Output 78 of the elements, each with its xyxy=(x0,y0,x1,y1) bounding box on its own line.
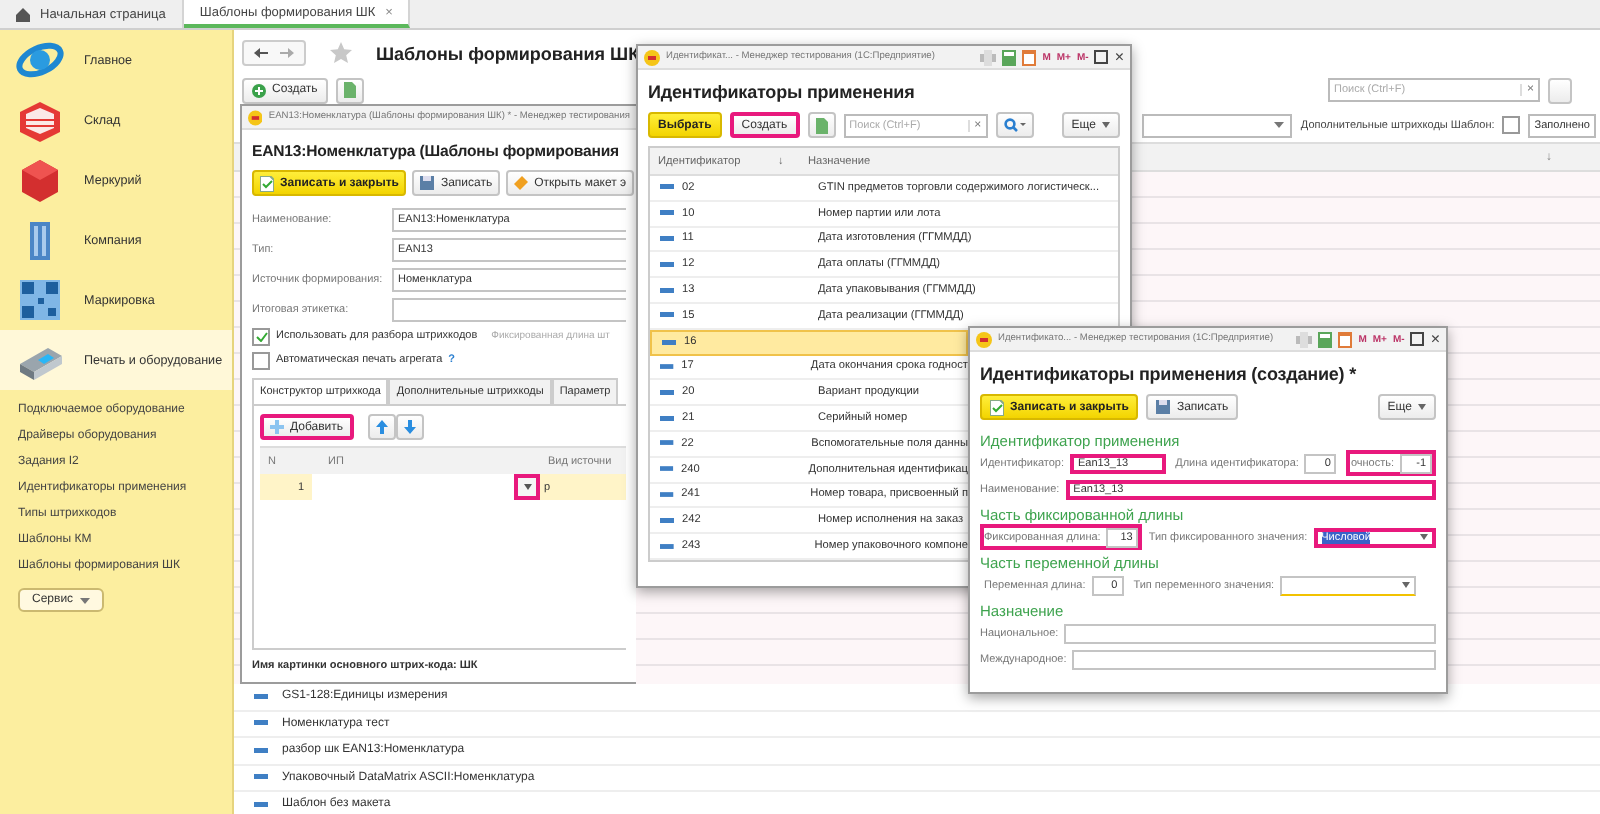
search-icon xyxy=(1003,118,1026,132)
item-icon xyxy=(254,774,268,781)
checkbox[interactable] xyxy=(1502,116,1521,134)
item-icon xyxy=(660,312,674,319)
item-icon xyxy=(660,261,674,268)
checkbox[interactable] xyxy=(252,327,270,345)
input-field[interactable] xyxy=(392,297,626,321)
item-icon xyxy=(660,440,674,447)
section-icon xyxy=(16,96,64,144)
item-icon xyxy=(660,287,674,294)
item-icon xyxy=(254,693,268,700)
plus-icon xyxy=(270,420,284,434)
item-icon xyxy=(254,747,268,754)
search-button[interactable] xyxy=(995,112,1034,138)
maximize-icon[interactable] xyxy=(1410,332,1425,346)
item-icon xyxy=(660,517,674,524)
tag-icon xyxy=(514,175,529,191)
search-button[interactable] xyxy=(1548,77,1572,103)
filter-dropdown[interactable] xyxy=(1142,113,1293,137)
caret-icon xyxy=(1402,582,1411,588)
item-icon xyxy=(660,235,674,242)
item-icon xyxy=(660,210,674,217)
move-down-button[interactable] xyxy=(395,414,424,440)
close-button[interactable]: × xyxy=(1114,49,1124,65)
caret-icon xyxy=(1274,122,1285,128)
caret-icon xyxy=(1418,404,1426,410)
maximize-icon[interactable] xyxy=(1094,50,1109,64)
calendar-icon[interactable] xyxy=(1022,49,1037,65)
document-icon xyxy=(815,117,828,133)
input-field[interactable] xyxy=(1072,649,1436,669)
floppy-icon xyxy=(1156,399,1171,415)
app-logo-icon xyxy=(976,331,992,347)
check-icon xyxy=(255,331,267,341)
item-icon xyxy=(660,363,674,370)
form-heading: Идентификаторы применения xyxy=(648,80,915,106)
dropdown-field[interactable] xyxy=(1280,575,1417,595)
floppy-icon xyxy=(420,175,435,191)
arrow-down-icon xyxy=(403,420,416,434)
item-icon xyxy=(660,491,674,498)
arrow-up-icon xyxy=(375,420,388,434)
caret-icon xyxy=(1420,534,1428,540)
plus-icon xyxy=(252,83,266,97)
section-icon xyxy=(16,276,64,324)
item-icon xyxy=(660,415,674,422)
calculator-icon[interactable] xyxy=(1318,331,1333,347)
copy-button[interactable] xyxy=(807,112,836,138)
item-icon xyxy=(254,801,268,808)
caret-icon xyxy=(79,597,90,603)
dropdown-button[interactable] xyxy=(514,474,540,500)
document-icon xyxy=(343,82,356,98)
item-icon xyxy=(660,184,674,191)
caret-icon xyxy=(523,484,531,490)
caret-icon xyxy=(1102,122,1110,128)
document-icon xyxy=(990,399,1004,415)
print-icon[interactable] xyxy=(1296,331,1313,347)
navigation-buttons[interactable] xyxy=(242,40,306,66)
item-icon xyxy=(660,466,674,473)
form-heading: Идентификаторы применения (создание) * xyxy=(980,362,1356,388)
document-icon xyxy=(260,175,274,191)
section-icon xyxy=(16,156,64,204)
item-icon xyxy=(660,389,674,396)
checkbox[interactable] xyxy=(252,351,270,369)
item-icon xyxy=(660,543,674,550)
print-icon[interactable] xyxy=(980,49,997,65)
back-icon xyxy=(254,48,268,58)
input-field[interactable] xyxy=(1064,623,1436,643)
star-icon[interactable] xyxy=(330,42,352,64)
move-up-button[interactable] xyxy=(367,414,396,440)
close-button[interactable]: × xyxy=(1430,331,1440,347)
app-logo-icon xyxy=(248,109,263,125)
calculator-icon[interactable] xyxy=(1002,49,1017,65)
calendar-icon[interactable] xyxy=(1338,331,1353,347)
item-icon xyxy=(662,339,676,346)
item-icon xyxy=(254,720,268,727)
copy-button[interactable] xyxy=(335,77,364,103)
forward-icon xyxy=(280,48,294,58)
home-icon xyxy=(16,7,30,21)
app-logo-icon xyxy=(644,49,660,65)
